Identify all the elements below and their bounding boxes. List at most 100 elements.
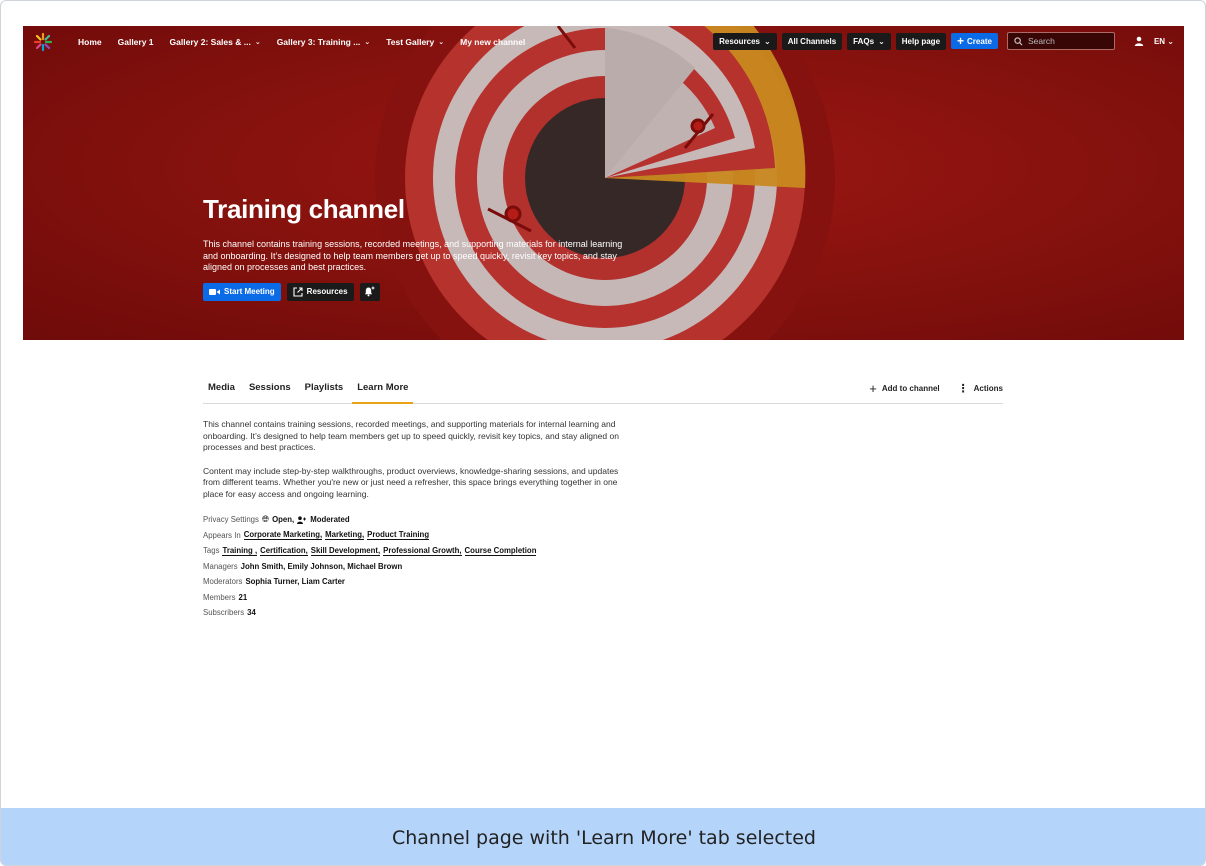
actions-label: Actions (973, 384, 1003, 393)
nav-item-label: Test Gallery (386, 37, 435, 47)
user-controls: EN ⌄ (1134, 36, 1174, 46)
faqs-menu-button[interactable]: FAQs ⌄ (847, 32, 891, 50)
tag-link[interactable]: Skill Development, (310, 546, 381, 556)
subscribers-row: Subscribers 34 (203, 605, 1003, 621)
plus-icon: + (957, 34, 965, 48)
tab-playlists[interactable]: Playlists (300, 376, 349, 403)
nav-item-label: Gallery 2: Sales & ... (169, 37, 251, 47)
create-label: Create (967, 36, 992, 46)
managers-row: Managers John Smith, Emily Johnson, Mich… (203, 559, 1003, 575)
nav-item-label: Gallery 3: Training ... (276, 37, 361, 47)
create-button[interactable]: + Create (951, 33, 998, 49)
appears-in-row: Appears In Corporate Marketing, Marketing… (203, 528, 1003, 544)
resources-label: Resources (306, 287, 348, 296)
language-selector[interactable]: EN ⌄ (1154, 37, 1174, 46)
learn-more-panel: This channel contains training sessions,… (203, 419, 623, 500)
subscribers-count: 34 (247, 608, 256, 618)
members-count: 21 (238, 592, 248, 602)
subscribe-bell-button[interactable] (359, 282, 380, 301)
chevron-down-icon: ⌄ (878, 36, 885, 46)
tag-link[interactable]: Certification, (260, 546, 308, 556)
channel-hero-banner: Home Gallery 1 Gallery 2: Sales & ... ⌄ Gall… (23, 26, 1184, 340)
tag-link[interactable]: Course Completion (464, 546, 537, 556)
appears-in-label: Appears In (203, 530, 241, 540)
privacy-open-value: Open, (272, 515, 295, 525)
all-channels-label: All Channels (787, 36, 837, 46)
members-label: Members (203, 592, 236, 602)
nav-item-4[interactable]: Test Gallery ⌄ (381, 34, 449, 50)
resources-menu-label: Resources (719, 36, 761, 46)
nav-item-label: My new channel (460, 37, 526, 47)
hero-action-buttons: Start Meeting Resources (203, 282, 633, 301)
moderators-value: Sophia Turner, Liam Carter (245, 577, 345, 587)
tab-sessions[interactable]: Sessions (244, 376, 296, 403)
managers-label: Managers (203, 561, 238, 571)
video-camera-icon (209, 288, 220, 295)
add-to-channel-label: Add to channel (881, 384, 940, 393)
about-paragraph-1: This channel contains training sessions,… (203, 419, 619, 452)
tab-media[interactable]: Media (203, 376, 240, 403)
faqs-menu-label: FAQs (853, 36, 875, 46)
help-page-label: Help page (901, 36, 941, 46)
channel-actions: + Add to channel ⋮ Actions (869, 380, 1003, 403)
plus-icon: + (869, 380, 877, 396)
resources-menu-button[interactable]: Resources ⌄ (713, 32, 777, 50)
channel-title: Training channel (203, 194, 405, 224)
tags-label: Tags (203, 546, 220, 556)
moderators-row: Moderators Sophia Turner, Liam Carter (203, 574, 1003, 590)
search-input[interactable] (1027, 36, 1108, 46)
search-box[interactable] (1006, 32, 1115, 50)
nav-item-label: Gallery 1 (117, 37, 154, 47)
chevron-down-icon: ⌄ (764, 36, 771, 46)
tag-link[interactable]: Professional Growth, (383, 546, 462, 556)
nav-item-5[interactable]: My new channel (455, 34, 530, 50)
bell-plus-icon (364, 286, 375, 297)
app-window: Home Gallery 1 Gallery 2: Sales & ... ⌄ Gall… (0, 0, 1206, 866)
help-page-button[interactable]: Help page (895, 32, 947, 50)
nav-menu: Home Gallery 1 Gallery 2: Sales & ... ⌄ Gall… (73, 34, 536, 50)
channel-details: Privacy Settings 🌐︎ Open, Moderated Appe… (203, 512, 1003, 621)
external-link-icon (293, 286, 303, 297)
nav-item-label: Home (78, 37, 102, 47)
start-meeting-label: Start Meeting (224, 287, 275, 296)
privacy-settings-label: Privacy Settings (203, 515, 259, 525)
chevron-down-icon: ⌄ (364, 39, 371, 46)
tags-row: Tags Training , Certification, Skill Devel… (203, 543, 1003, 559)
moderated-users-icon (297, 516, 307, 524)
appears-in-link[interactable]: Product Training (367, 530, 430, 541)
nav-item-3[interactable]: Gallery 3: Training ... ⌄ (272, 34, 376, 50)
appears-in-link[interactable]: Marketing, (325, 530, 365, 541)
nav-item-1[interactable]: Gallery 1 (113, 34, 159, 50)
privacy-moderated-value: Moderated (310, 515, 350, 525)
about-paragraph-2: Content may include step-by-step walkthr… (203, 465, 619, 499)
channel-tabs-bar: Media Sessions Playlists Learn More + Add t… (203, 375, 1003, 404)
channel-tabs: Media Sessions Playlists Learn More (203, 376, 417, 404)
chevron-down-icon: ⌄ (438, 39, 445, 46)
hero-content: Training channel This channel contains t… (203, 194, 633, 301)
tab-learn-more[interactable]: Learn More (352, 376, 414, 404)
managers-value: John Smith, Emily Johnson, Michael Brown (240, 561, 403, 571)
nav-right-group: Resources ⌄ All Channels FAQs ⌄ Help pag… (713, 32, 1174, 50)
appears-in-link[interactable]: Corporate Marketing, (243, 530, 323, 541)
subscribers-label: Subscribers (203, 608, 245, 618)
globe-icon: 🌐︎ (261, 514, 270, 525)
kaltura-logo-icon[interactable] (33, 32, 53, 52)
chevron-down-icon: ⌄ (254, 39, 261, 46)
all-channels-button[interactable]: All Channels (781, 32, 843, 50)
language-label: EN (1153, 36, 1166, 46)
members-row: Members 21 (203, 590, 1003, 606)
privacy-settings-row: Privacy Settings 🌐︎ Open, Moderated (203, 512, 1003, 528)
search-icon (1014, 36, 1023, 45)
nav-item-2[interactable]: Gallery 2: Sales & ... ⌄ (165, 34, 266, 50)
start-meeting-button[interactable]: Start Meeting (203, 282, 281, 301)
user-icon[interactable] (1134, 36, 1144, 46)
nav-item-0[interactable]: Home (73, 34, 107, 50)
channel-description: This channel contains training sessions,… (203, 239, 623, 272)
actions-menu-button[interactable]: ⋮ Actions (958, 383, 1003, 394)
moderators-label: Moderators (203, 577, 243, 587)
tag-link[interactable]: Training , (222, 546, 258, 556)
add-to-channel-button[interactable]: + Add to channel (869, 380, 940, 396)
chevron-down-icon: ⌄ (1167, 36, 1174, 46)
channel-content: Media Sessions Playlists Learn More + Add t… (203, 375, 1003, 621)
resources-button[interactable]: Resources (286, 282, 354, 301)
